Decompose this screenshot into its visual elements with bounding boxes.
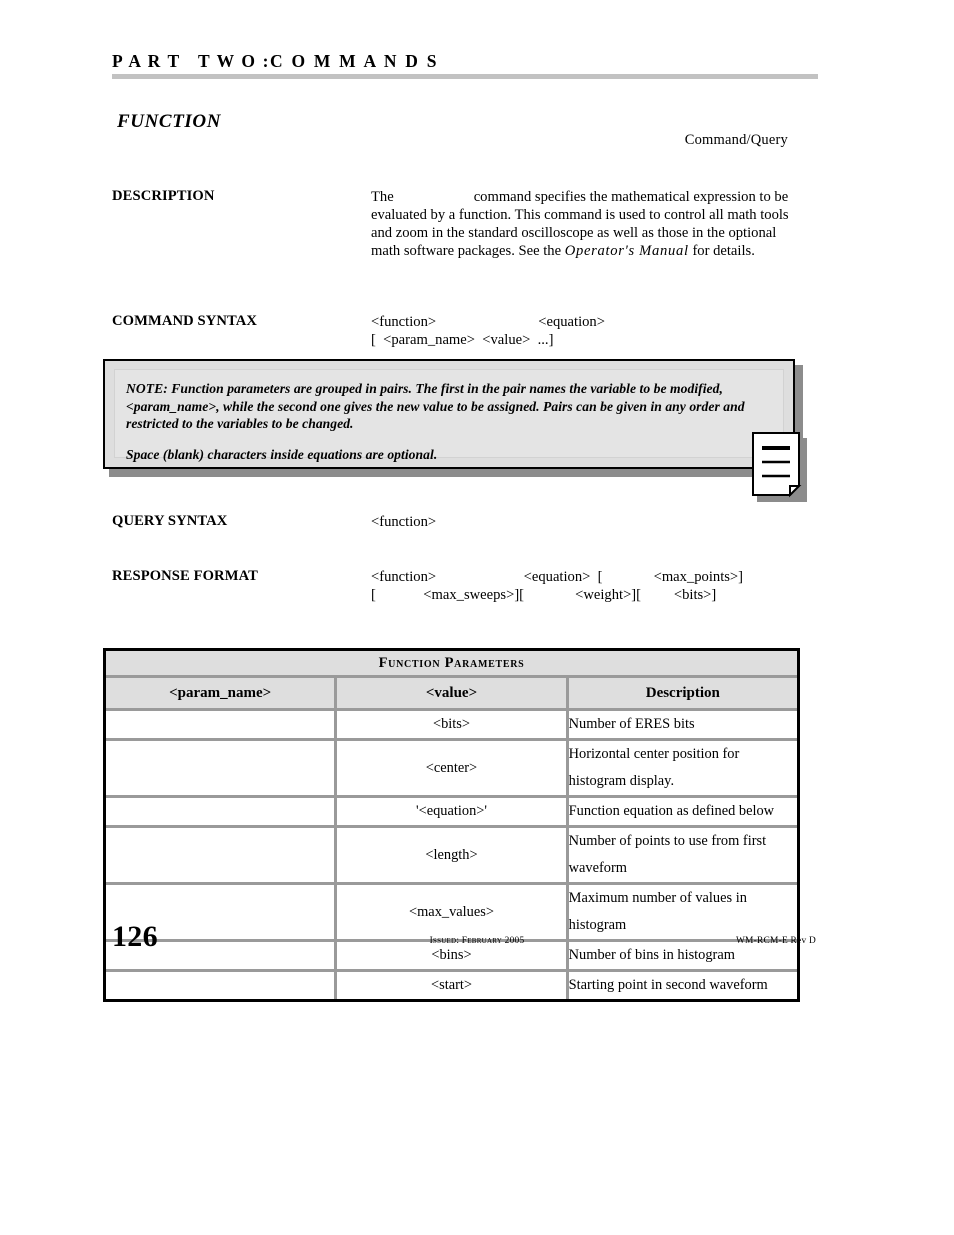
cell-description: Number of points to use from first wavef… xyxy=(565,825,801,885)
section-label-query-syntax: QUERY SYNTAX xyxy=(112,513,228,529)
section-label-response-format: RESPONSE FORMAT xyxy=(112,568,258,584)
cell-description: Number of ERES bits xyxy=(565,708,801,741)
manual-reference: Operator's Manual xyxy=(564,243,689,260)
column-header-value: <value> xyxy=(334,675,569,711)
description-paragraph: The command specifies the mathematical ex… xyxy=(371,188,801,260)
query-syntax-line-1: <function> xyxy=(371,514,437,530)
cell-param-name xyxy=(102,795,338,828)
cell-value: <length> xyxy=(334,825,569,885)
cell-description: Maximum number of values in histogram xyxy=(565,882,801,942)
cell-value: <bits> xyxy=(334,708,569,741)
column-header-param-name: <param_name> xyxy=(102,675,338,711)
footer-document-reference: WM-RCM-E Rev D xyxy=(735,936,816,946)
section-body-command-syntax: <function> <equation> [ <param_name> <va… xyxy=(371,313,605,349)
table-body: Function Parameters <param_name> <value>… xyxy=(102,648,801,1002)
cell-param-name xyxy=(102,825,338,885)
function-parameters-table: Function Parameters <param_name> <value>… xyxy=(102,648,801,1002)
column-header-description: Description xyxy=(565,675,801,711)
cell-value: <start> xyxy=(334,969,569,1002)
command-syntax-line-1: <function> <equation> xyxy=(371,314,605,330)
cell-description: Starting point in second waveform xyxy=(565,969,801,1002)
section-body-query-syntax: <function> xyxy=(371,513,436,531)
cell-param-name xyxy=(102,708,338,741)
cell-param-name xyxy=(102,738,338,798)
note-callout: NOTE: Function parameters are grouped in… xyxy=(103,359,803,477)
table-header-row: <param_name> <value> Description xyxy=(102,675,801,711)
note-paragraph-2: Space (blank) characters inside equation… xyxy=(126,446,438,462)
cell-param-name xyxy=(102,969,338,1002)
section-label-description: DESCRIPTION xyxy=(112,188,215,204)
running-header-text: P A R T T W O :C O M M A N D S xyxy=(112,51,802,71)
page-title: FUNCTION xyxy=(117,111,222,132)
table-row: '<equation>' Function equation as define… xyxy=(102,795,801,828)
running-header-part: P A R T T W O : xyxy=(112,51,271,71)
function-parameters-table-wrap: Function Parameters <param_name> <value>… xyxy=(102,648,801,1002)
header-rule xyxy=(112,74,818,79)
section-body-response-format: <function> <equation> [ <max_points>] [ … xyxy=(371,568,743,604)
note-paragraph-1: NOTE: Function parameters are grouped in… xyxy=(126,381,745,432)
cell-value: <center> xyxy=(334,738,569,798)
table-row: <max_values> Maximum number of values in… xyxy=(102,882,801,942)
note-page-icon xyxy=(752,432,808,504)
cell-description: Horizontal center position for histogram… xyxy=(565,738,801,798)
command-kind-label: Command/Query xyxy=(684,132,788,148)
table-row: <bits> Number of ERES bits xyxy=(102,708,801,741)
table-row: <start> Starting point in second wavefor… xyxy=(102,969,801,1002)
table-title-row: Function Parameters xyxy=(103,648,800,678)
note-box: NOTE: Function parameters are grouped in… xyxy=(103,359,795,469)
description-text-before: The xyxy=(371,189,394,205)
cell-value: <max_values> xyxy=(334,882,569,942)
response-format-line-2: [ <max_sweeps>][ <weight>][ <bits>] xyxy=(371,587,717,604)
cell-description: Function equation as defined below xyxy=(565,795,801,828)
running-header-section: C O M M A N D S xyxy=(270,51,439,71)
description-text-tail: for details. xyxy=(692,243,755,260)
section-body-description: The command specifies the mathematical ex… xyxy=(371,188,801,260)
cell-value: '<equation>' xyxy=(334,795,569,828)
command-syntax-line-2: [ <param_name> <value> ...] xyxy=(371,332,554,349)
table-row: <length> Number of points to use from fi… xyxy=(102,825,801,885)
section-label-command-syntax: COMMAND SYNTAX xyxy=(112,313,258,329)
document-page: P A R T T W O :C O M M A N D S FUNCTION … xyxy=(0,0,954,1235)
response-format-line-1: <function> <equation> [ <max_points>] xyxy=(371,569,744,585)
table-title: Function Parameters xyxy=(103,648,800,678)
note-inner-panel: NOTE: Function parameters are grouped in… xyxy=(114,369,784,462)
table-row: <center> Horizontal center position for … xyxy=(102,738,801,798)
running-header: P A R T T W O :C O M M A N D S xyxy=(112,51,802,71)
note-page-icon-glyph xyxy=(752,432,802,498)
